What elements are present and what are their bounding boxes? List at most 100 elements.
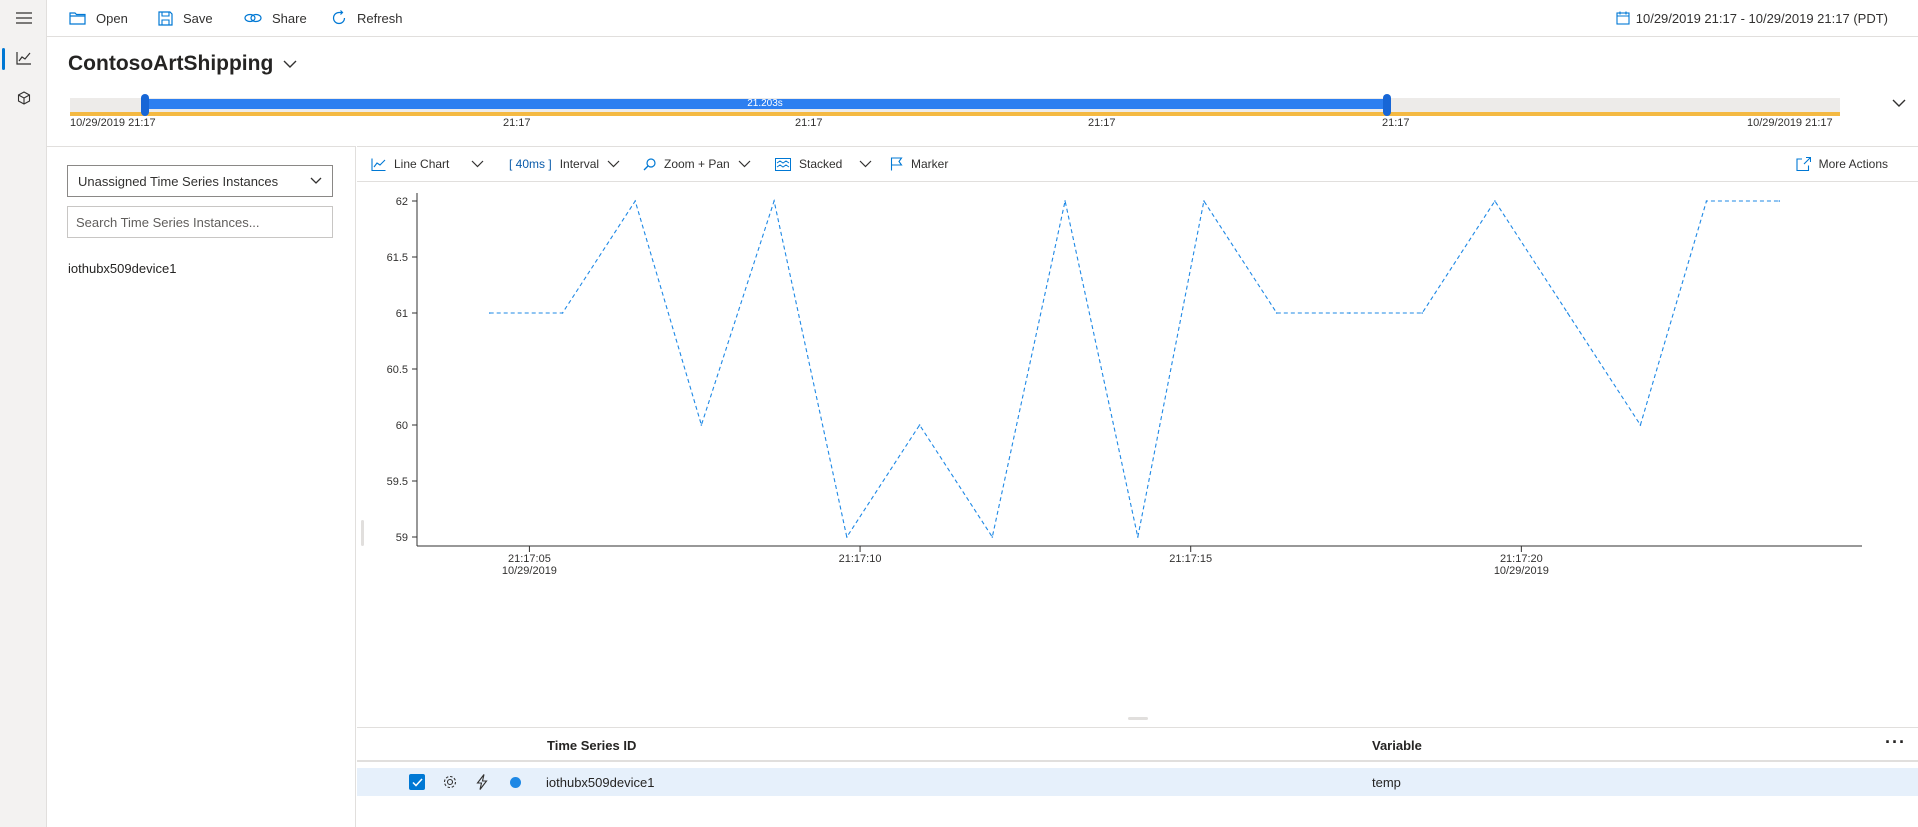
y-tick-label: 62 [396, 196, 408, 208]
availability-axis-label: 21:17 [503, 117, 531, 129]
save-button[interactable]: Save [158, 0, 213, 36]
calendar-icon [1616, 11, 1630, 25]
more-actions-button[interactable]: More Actions [1796, 147, 1888, 181]
stacked-button[interactable]: Stacked [775, 147, 842, 181]
series-id: iothubx509device1 [546, 775, 655, 790]
environment-name: ContosoArtShipping [68, 52, 274, 75]
interval-button[interactable]: [ 40ms ] Interval [509, 147, 620, 181]
availability-axis-label: 10/29/2019 21:17 [1747, 117, 1833, 129]
hamburger-icon [15, 12, 32, 24]
expand-availability-button[interactable] [1892, 96, 1906, 111]
y-tick-label: 61 [396, 308, 408, 320]
selection-duration: 21.203s [747, 98, 783, 109]
data-point [1137, 536, 1139, 538]
selection-start-handle[interactable] [141, 94, 149, 116]
share-button[interactable]: Share [244, 0, 307, 36]
chart-resize-handle[interactable] [1128, 717, 1148, 720]
save-label: Save [183, 10, 213, 26]
chevron-down-icon [471, 160, 484, 168]
series-settings-button[interactable] [442, 774, 458, 793]
data-point [488, 312, 491, 314]
data-point [846, 536, 848, 538]
zoom-pan-button[interactable]: Zoom + Pan [643, 147, 751, 181]
date-range-label: 10/29/2019 21:17 - 10/29/2019 21:17 (PDT… [1635, 10, 1888, 26]
data-point [700, 424, 703, 426]
y-tick-label: 59.5 [387, 476, 408, 488]
split-by-button[interactable] [476, 774, 488, 793]
more-actions-label: More Actions [1818, 157, 1888, 171]
data-point [1566, 312, 1569, 314]
data-point [1705, 200, 1708, 202]
x-tick-label: 21:17:10 [839, 553, 882, 565]
save-icon [158, 10, 173, 26]
checkmark-icon [411, 777, 423, 787]
x-axis: 21:17:0510/29/201921:17:10 21:17:15 21:17:… [417, 545, 1862, 577]
interval-label: Interval [559, 157, 600, 171]
data-point [1275, 312, 1278, 314]
search-icon [643, 157, 656, 170]
series-grid: Time Series ID Variable ··· iothubx509de… [357, 727, 1918, 827]
series-variable: temp [1372, 775, 1401, 790]
gear-icon [443, 775, 457, 789]
hierarchy-dropdown[interactable]: Unassigned Time Series Instances [67, 165, 333, 197]
chevron-down-icon [738, 160, 751, 168]
y-axis: 59 59.5 60 60.5 61 61.5 62 [387, 193, 418, 546]
availability-chart[interactable]: 21.203s [70, 94, 1840, 116]
data-point [634, 200, 637, 202]
y-tick-label: 59 [396, 532, 408, 544]
availability-axis-label: 21:17 [795, 117, 823, 129]
line-chart[interactable]: 5959.56060.56161.562 21:17:0510/29/20192… [357, 183, 1918, 703]
open-label: Open [96, 10, 128, 26]
share-label: Share [272, 10, 307, 26]
environment-selector[interactable]: ContosoArtShipping [68, 52, 297, 76]
stacked-chart-icon [775, 157, 791, 171]
stacked-dropdown[interactable] [859, 147, 872, 181]
chevron-down-icon [283, 60, 297, 68]
search-input[interactable] [67, 206, 333, 238]
hierarchy-dropdown-value: Unassigned Time Series Instances [78, 173, 279, 189]
selection-end-handle[interactable] [1383, 94, 1391, 116]
instances-panel: Unassigned Time Series Instances iothubx… [47, 146, 356, 827]
interval-value: [ 40ms ] [509, 157, 552, 171]
availability-axis-label: 10/29/2019 21:17 [70, 117, 156, 129]
lightning-icon [476, 774, 488, 790]
open-button[interactable]: Open [69, 0, 128, 36]
y-tick-label: 61.5 [387, 252, 408, 264]
data-point [1064, 200, 1066, 202]
date-range-picker[interactable]: 10/29/2019 21:17 - 10/29/2019 21:17 (PDT… [1616, 0, 1888, 36]
table-row[interactable]: iothubx509device1 temp [357, 768, 1918, 796]
y-tick-label: 60.5 [387, 364, 408, 376]
marker-button[interactable]: Marker [890, 147, 948, 181]
series-visibility-checkbox[interactable] [409, 774, 425, 790]
series-color-swatch [510, 777, 521, 788]
grid-more-options-button[interactable]: ··· [1885, 732, 1906, 753]
data-point [561, 312, 564, 314]
series-layer [488, 198, 1781, 539]
chart-type-dropdown[interactable] [471, 147, 484, 181]
y-tick-label: 60 [396, 420, 408, 432]
instance-item[interactable]: iothubx509device1 [68, 261, 176, 276]
data-point [1639, 424, 1642, 426]
folder-icon [69, 12, 86, 25]
left-rail [0, 0, 47, 827]
chart-type-button[interactable]: Line Chart [371, 147, 449, 181]
cube-icon [17, 91, 30, 105]
data-point [918, 424, 921, 426]
time-selection[interactable]: 21.203s [144, 99, 1386, 109]
chevron-down-icon [1892, 99, 1906, 107]
refresh-label: Refresh [357, 10, 403, 26]
flag-icon [890, 157, 903, 171]
x-tick-date-label: 10/29/2019 [1494, 565, 1549, 577]
column-header-id: Time Series ID [547, 738, 637, 753]
panel-resize-handle[interactable] [361, 520, 364, 546]
model-nav-button[interactable] [0, 80, 47, 116]
analyze-nav-button[interactable] [0, 40, 47, 76]
refresh-button[interactable]: Refresh [331, 0, 403, 36]
zoom-pan-label: Zoom + Pan [664, 157, 730, 171]
chart-toolbar: Line Chart [ 40ms ] Interval Zoom + Pan … [357, 146, 1918, 182]
link-icon [244, 13, 262, 23]
marker-label: Marker [911, 157, 949, 171]
chart-icon [15, 52, 31, 65]
menu-button[interactable] [0, 0, 47, 36]
availability-axis: 10/29/2019 21:17 21:17 21:17 21:17 21:17… [70, 117, 1840, 131]
